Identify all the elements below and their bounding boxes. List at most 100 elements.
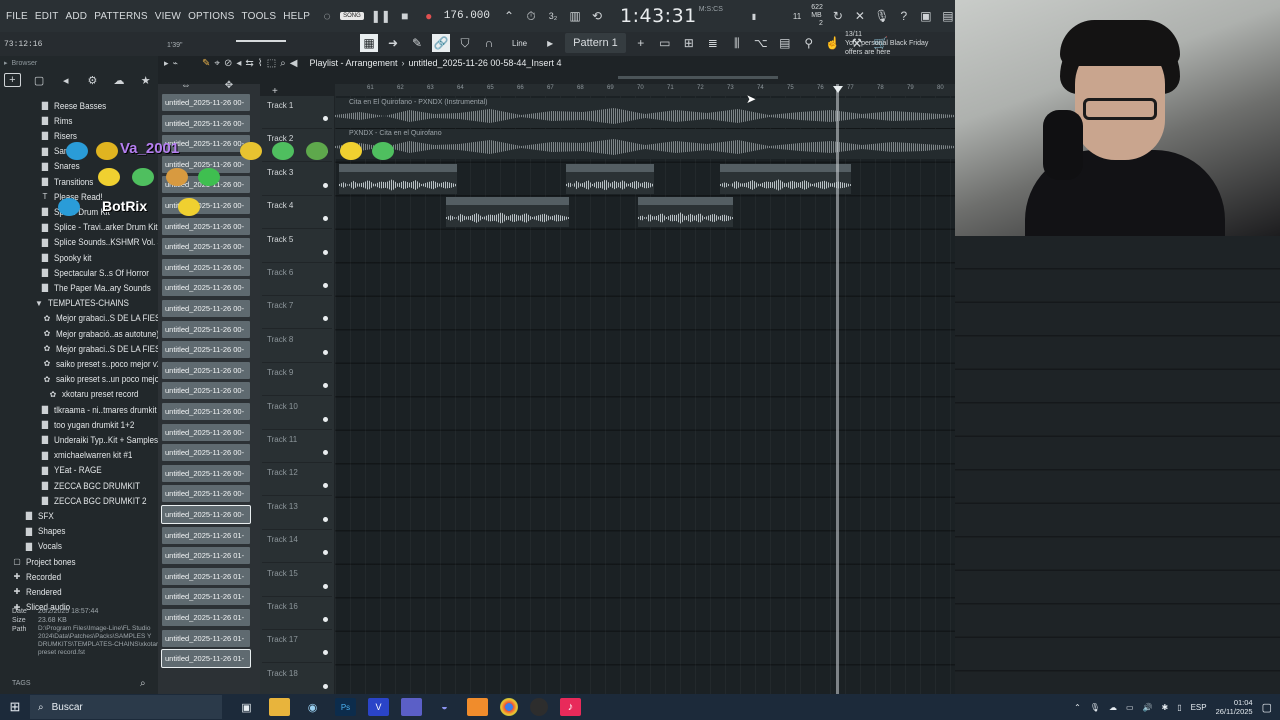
vegas-icon[interactable]: V [368, 698, 389, 716]
track-mute-toggle[interactable] [323, 416, 328, 422]
taskbar-clock[interactable]: 01:04 26/11/2025 [1216, 698, 1253, 716]
track-header[interactable]: Track 17 [262, 630, 332, 664]
tray-bluetooth-icon[interactable]: ✱ [1161, 703, 1168, 712]
browser-item[interactable]: ✚ Rendered [12, 584, 66, 599]
plugin-icon[interactable]: ✕ [851, 7, 869, 25]
browser-item[interactable]: ▼ TEMPLATES-CHAINS [34, 296, 138, 311]
playhead-marker[interactable] [833, 86, 843, 93]
chrome-icon[interactable] [500, 698, 518, 716]
browser-item[interactable]: ▢ Project bones [12, 554, 81, 569]
picker-move-icon[interactable]: ✥ [225, 80, 233, 94]
file-explorer-icon[interactable] [269, 698, 290, 716]
stop-button[interactable]: ■ [396, 7, 414, 25]
track-mute-toggle[interactable] [323, 516, 328, 522]
browser-item[interactable]: ▇ YEat - RAGE [40, 463, 107, 478]
track-mute-toggle[interactable] [323, 450, 328, 455]
link-icon[interactable]: 🔗 [432, 34, 450, 52]
browser-item[interactable]: ▇ The Paper Ma..ary Sounds [40, 280, 162, 295]
browser-item[interactable]: ▇ Risers [40, 128, 80, 143]
tray-battery-icon[interactable]: ▯ [1177, 703, 1181, 712]
playlist-hscroll[interactable] [618, 76, 778, 79]
notifications-icon[interactable]: ▢ [1262, 701, 1272, 714]
slice-tool-icon[interactable]: ⌇ [258, 58, 263, 69]
picker-clip[interactable]: untitled_2025-11-26 01- [162, 629, 250, 647]
track-header[interactable]: Track 16 [262, 597, 332, 630]
menu-help[interactable]: HELP [283, 11, 310, 22]
track-3-clip-c[interactable]: untitled_2025-11-26 00-59-51_Insert 4 [720, 164, 851, 194]
track-mute-toggle[interactable] [323, 617, 328, 622]
track-mute-toggle[interactable] [323, 550, 328, 556]
pencil-icon[interactable]: ✎ [408, 34, 426, 52]
playlist-snap-icon[interactable]: ⌁ [173, 58, 178, 69]
menu-patterns[interactable]: PATTERNS [94, 11, 147, 22]
master-pitch-slider[interactable] [236, 40, 286, 42]
microphone-icon[interactable]: 🎙 [873, 7, 891, 25]
track-mute-toggle[interactable] [323, 216, 328, 222]
browser-item[interactable]: ▇ Spectacular S..s Of Horror [40, 265, 160, 280]
track-mute-toggle[interactable] [323, 483, 328, 489]
browser-item[interactable]: ▇ Shapes [24, 524, 69, 539]
browser-search-icon[interactable]: ⌕ [140, 678, 146, 689]
picker-clip[interactable]: untitled_2025-11-26 01- [161, 649, 251, 669]
picker-clip[interactable]: untitled_2025-11-26 00- [162, 94, 250, 111]
picker-clip[interactable]: untitled_2025-11-26 00- [162, 258, 250, 276]
delete-tool-icon[interactable]: ⊘ [224, 58, 232, 69]
tray-onedrive-icon[interactable]: ☁ [1109, 703, 1117, 712]
taskbar-search[interactable]: ⌕ Buscar [30, 695, 222, 719]
browser-item[interactable]: ▇ Reese Basses [40, 98, 112, 113]
windows-start-icon[interactable]: ⊞ [0, 699, 30, 715]
picker-clip[interactable]: untitled_2025-11-26 00- [161, 505, 251, 524]
draw-tool-icon[interactable]: ✎ [202, 58, 210, 69]
song-time[interactable]: 1:43:31 [620, 5, 697, 27]
browser-item[interactable]: ▇ Splice Sounds..KSHMR Vol. 3 [40, 235, 174, 250]
slip-tool-icon[interactable]: ⇆ [245, 58, 253, 69]
wait-input-icon[interactable]: ⏱ [522, 7, 540, 25]
plugin-db-icon[interactable]: ⚲ [800, 34, 818, 52]
loop-record-icon[interactable]: ⟲ [588, 7, 606, 25]
track-header[interactable]: Track 5 [262, 230, 332, 263]
browser-item[interactable]: ▇ Underaiki Typ..Kit + Samples [40, 432, 170, 447]
track-header[interactable]: Track 4 [262, 196, 332, 230]
language-indicator[interactable]: ESP [1191, 703, 1207, 712]
tray-mic-icon[interactable]: 🎙 [1090, 703, 1100, 712]
track-mute-toggle[interactable] [323, 249, 328, 255]
playhead[interactable] [836, 84, 839, 696]
browser-item[interactable]: ▇ SFX [24, 508, 56, 523]
add-track-icon[interactable]: + [272, 86, 278, 97]
browser-item[interactable]: ▇ Rims [40, 113, 75, 128]
track-3-clip-b[interactable]: untitled_202...44_Insert 4 [566, 164, 654, 194]
browser-item[interactable]: ▇ Splice - Travi..arker Drum Kit [40, 220, 169, 235]
browser-add-icon[interactable]: + [4, 73, 21, 87]
refresh-icon[interactable]: ↻ [829, 7, 847, 25]
stamp-icon[interactable]: ⛉ [456, 34, 474, 52]
help-icon[interactable]: ? [895, 7, 913, 25]
track-header[interactable]: Track 6 [262, 263, 332, 296]
track-1-clip[interactable]: Cita en El Quirofano - PXNDX (Instrument… [335, 98, 955, 128]
tray-overflow-icon[interactable]: ⌃ [1074, 703, 1081, 712]
track-header[interactable]: Track 12 [262, 463, 332, 497]
picker-clip[interactable]: untitled_2025-11-26 00- [162, 361, 250, 379]
zoom-tool-icon[interactable]: ⌕ [280, 58, 286, 69]
browser-item[interactable]: ▇ Spooky kit [40, 250, 96, 265]
browser-favorites-icon[interactable]: ★ [137, 74, 154, 87]
picker-clip[interactable]: untitled_2025-11-26 01- [162, 588, 250, 606]
pause-button[interactable]: ❚❚ [371, 7, 391, 25]
picker-clip[interactable]: untitled_2025-11-26 01- [162, 609, 250, 626]
track-header[interactable]: Track 8 [262, 330, 332, 363]
browser-item[interactable]: ✿ xkotaru preset record [48, 387, 147, 402]
picker-clip[interactable]: untitled_2025-11-26 00- [162, 217, 250, 235]
track-header[interactable]: Track 7 [262, 296, 332, 330]
picker-clip[interactable]: untitled_2025-11-26 00- [162, 382, 250, 400]
browser-menu-icon[interactable]: ▸ [4, 59, 8, 67]
mixer-icon[interactable]: ⫼ [728, 34, 746, 52]
picker-clip[interactable]: untitled_2025-11-26 00- [162, 197, 250, 214]
channel-rack-icon[interactable]: ≣ [704, 34, 722, 52]
picker-clip[interactable]: untitled_2025-11-26 00- [162, 114, 250, 132]
tempo-display[interactable]: 176.000 [444, 10, 490, 22]
steam-icon[interactable]: ◉ [302, 698, 323, 716]
browser-item[interactable]: ▇ Snares [40, 159, 83, 174]
picker-clip[interactable]: untitled_2025-11-26 00- [162, 341, 250, 359]
paint-tool-icon[interactable]: ⌖ [214, 58, 220, 69]
tray-volume-icon[interactable]: 🔊 [1143, 703, 1153, 712]
track-mute-toggle[interactable] [323, 383, 328, 389]
